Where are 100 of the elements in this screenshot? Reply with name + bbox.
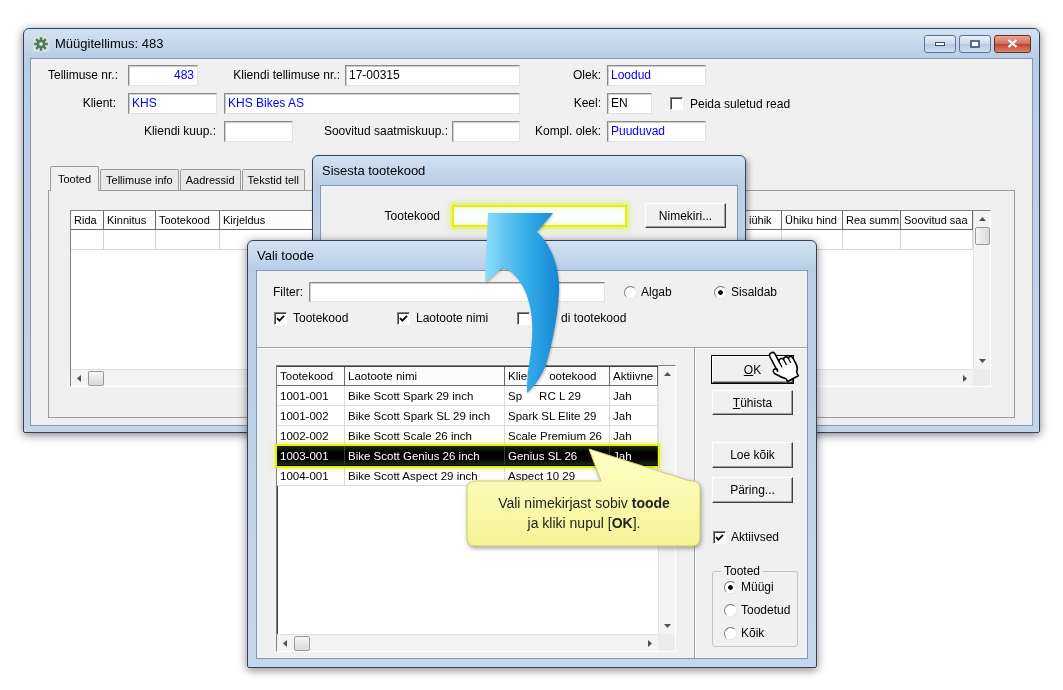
scroll-left-arrow-icon[interactable] <box>283 639 287 647</box>
column-header: Tootekood <box>280 370 334 382</box>
column-header: ootekood <box>549 370 597 382</box>
checkmark-icon <box>715 532 724 542</box>
radio-button[interactable] <box>624 285 637 299</box>
checkbox[interactable] <box>274 311 287 325</box>
scroll-right-arrow-icon[interactable] <box>648 639 652 647</box>
checkmark-icon <box>276 313 285 323</box>
checkbox[interactable] <box>713 530 726 544</box>
tab[interactable]: Aadressid <box>179 169 241 190</box>
text-field[interactable]: 483 <box>128 65 198 86</box>
minimize-button[interactable] <box>924 34 956 53</box>
text-field[interactable]: 17-00315 <box>345 65 520 86</box>
product-code: 1004-001 <box>280 469 329 482</box>
radio-label: Algab <box>641 285 673 299</box>
column-header: Ühiku hind <box>785 214 837 226</box>
maximize-button[interactable] <box>959 34 991 53</box>
field-label: Tootekood <box>383 208 440 223</box>
tab[interactable]: Tooted <box>50 166 100 191</box>
radio-label: Müügi <box>741 580 774 594</box>
field-label: Kliendi tellimuse nr.: <box>232 67 340 84</box>
field-label: Olek: <box>572 67 601 84</box>
checkbox-label: Aktiivsed <box>731 530 780 544</box>
scroll-left-arrow-icon[interactable] <box>77 374 81 382</box>
scrollbar-thumb[interactable] <box>294 635 310 651</box>
tab[interactable]: Tekstid tell <box>241 169 305 190</box>
radio-button[interactable] <box>724 580 737 594</box>
product-name: Bike Scott Spark SL 29 inch <box>348 409 491 422</box>
checkbox-label: di tootekood <box>561 311 627 325</box>
tooltip-text: Vali nimekirjast sobiv toode ja kliki nupul [OK]. <box>498 494 670 533</box>
product-name: Bike Scott Spark 29 inch <box>348 389 474 402</box>
tab[interactable]: Tellimuse info <box>100 169 179 190</box>
list-button[interactable]: Nimekiri... <box>645 203 726 228</box>
dialog-button[interactable]: Päring... <box>712 477 793 503</box>
scroll-right-arrow-icon[interactable] <box>963 374 967 382</box>
customer-product-code: RC L 29 <box>539 389 581 402</box>
product-name: Bike Scott Scale 26 inch <box>348 429 472 442</box>
checkmark-icon <box>399 313 408 323</box>
table-row[interactable]: 1002-002 Bike Scott Scale 26 inch Scale Premium 26 Jah <box>277 426 658 446</box>
radio-label: Toodetud <box>741 603 791 617</box>
radio-button[interactable] <box>724 603 737 617</box>
product-code: 1003-001 <box>280 449 329 462</box>
field-label: Soovitud saatmiskuup.: <box>322 123 448 140</box>
dialog-button[interactable]: Loe kõik <box>712 442 793 468</box>
customer-product-code: Genius SL 26 <box>508 449 578 462</box>
maximize-icon <box>970 39 980 48</box>
filter-label: Filter: <box>273 285 303 299</box>
checkbox[interactable] <box>517 311 530 325</box>
minimize-icon <box>935 41 945 46</box>
scrollbar-thumb[interactable] <box>974 227 990 245</box>
scrollbar-corner <box>658 634 675 651</box>
text-field[interactable]: KHS <box>128 93 217 114</box>
field-label: Kliendi kuup.: <box>142 123 216 140</box>
field-label: Keel: <box>572 95 601 112</box>
window-title: Vali toode <box>257 248 314 263</box>
column-header: Kinnitus <box>107 214 147 226</box>
product-code: 1002-002 <box>280 429 329 442</box>
column-header: Soovitud saa <box>904 214 968 226</box>
gear-icon <box>33 35 49 52</box>
customer-product-code: Spark SL Elite 29 <box>508 409 597 422</box>
radio-button[interactable] <box>714 285 727 299</box>
close-button[interactable] <box>994 34 1031 53</box>
scrollbar-thumb[interactable] <box>88 370 104 386</box>
scroll-up-arrow-icon[interactable] <box>663 372 671 376</box>
horizontal-scrollbar[interactable] <box>277 634 658 651</box>
text-field[interactable]: EN <box>607 93 652 114</box>
radio-label: Kõik <box>741 626 765 640</box>
text-field[interactable]: Loodud <box>607 65 706 86</box>
customer-product-code: Sp <box>508 389 523 402</box>
active-status: Jah <box>613 429 632 442</box>
group-title: Tooted <box>723 564 762 578</box>
checkbox-label: Laotoote nimi <box>416 311 490 325</box>
customer-product-code: Aspect 10 29 <box>508 469 576 482</box>
radio-button[interactable] <box>724 626 737 640</box>
window-title: Müügitellimus: 483 <box>55 36 164 51</box>
table-row[interactable]: 1001-002 Bike Scott Spark SL 29 inch Spark SL Elite 29 Jah <box>277 406 658 426</box>
checkbox[interactable] <box>397 311 410 325</box>
checkbox[interactable] <box>670 97 683 110</box>
scroll-down-arrow-icon[interactable] <box>663 624 671 628</box>
column-header: Laotoote nimi <box>348 370 418 382</box>
radio-label: Sisaldab <box>731 285 778 299</box>
active-status: Jah <box>613 389 632 402</box>
column-header: Klie <box>508 370 528 382</box>
field-label: Tellimuse nr.: <box>46 67 118 84</box>
window-title: Sisesta tootekood <box>322 163 426 178</box>
text-field[interactable] <box>224 121 293 142</box>
text-field[interactable]: KHS Bikes AS <box>224 93 520 114</box>
checkbox-label: Peida suletud read <box>690 96 791 111</box>
active-status: Jah <box>613 409 632 422</box>
field-label: Klient: <box>81 95 116 112</box>
scroll-down-arrow-icon[interactable] <box>978 359 986 363</box>
vertical-scrollbar[interactable] <box>973 211 990 369</box>
text-field[interactable] <box>452 121 520 142</box>
table-row[interactable]: 1001-001 Bike Scott Spark 29 inch Sp RC L 29 Jah <box>277 386 658 406</box>
customer-product-code: Scale Premium 26 <box>508 429 602 442</box>
product-name: Bike Scott Aspect 29 inch <box>348 469 478 482</box>
dialog-button[interactable]: Tühista <box>712 390 793 415</box>
column-header: Aktiivne <box>613 370 654 382</box>
text-field[interactable]: Puuduvad <box>607 121 706 142</box>
scroll-up-arrow-icon[interactable] <box>978 217 986 221</box>
